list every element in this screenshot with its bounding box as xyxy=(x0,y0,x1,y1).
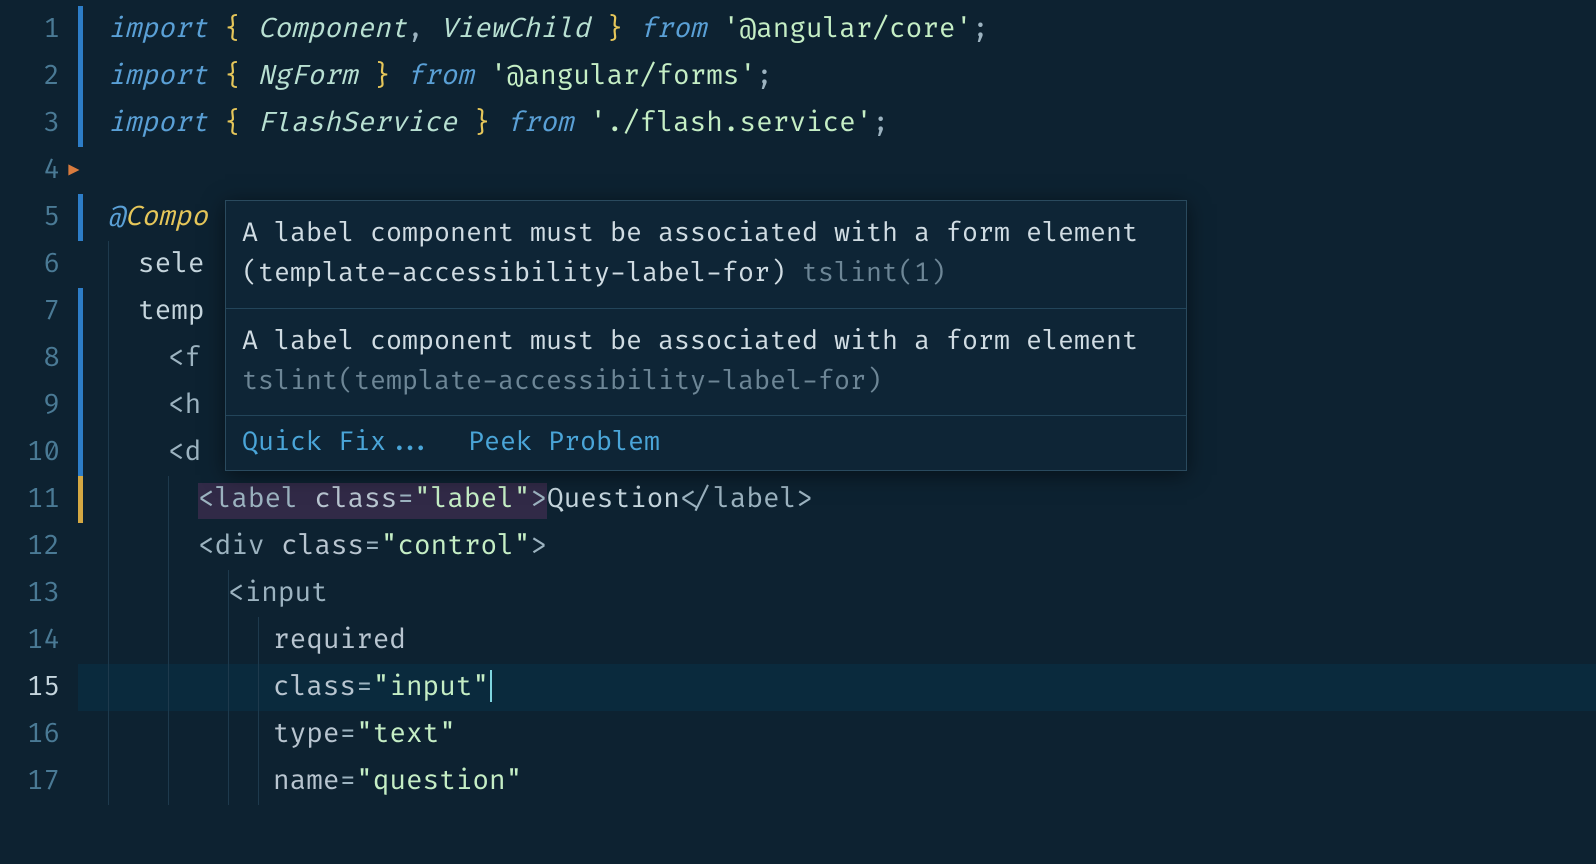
diagnostic-actions: Quick Fix... Peek Problem xyxy=(226,415,1186,470)
line-number: 8 xyxy=(0,335,78,382)
code-line[interactable]: import { Component, ViewChild } from '@a… xyxy=(78,6,1596,53)
code-line[interactable]: name="question" xyxy=(78,758,1596,805)
quick-fix-link[interactable]: Quick Fix... xyxy=(242,426,434,458)
line-number: 14 xyxy=(0,617,78,664)
line-number: 6 xyxy=(0,241,78,288)
line-number: 3 xyxy=(0,100,78,147)
line-number: 10 xyxy=(0,429,78,476)
code-line[interactable]: import { FlashService } from './flash.se… xyxy=(78,100,1596,147)
line-number: 15 xyxy=(0,664,78,711)
code-line[interactable]: type="text" xyxy=(78,711,1596,758)
code-editor[interactable]: 1 2 3 4▶ 5 6 7 8 9 10 11 12 13 14 15 16 … xyxy=(0,0,1596,864)
line-number: 2 xyxy=(0,53,78,100)
code-line[interactable]: required xyxy=(78,617,1596,664)
line-number: 11 xyxy=(0,476,78,523)
code-line[interactable] xyxy=(78,147,1596,194)
line-number-gutter: 1 2 3 4▶ 5 6 7 8 9 10 11 12 13 14 15 16 … xyxy=(0,0,78,864)
line-number: 16 xyxy=(0,711,78,758)
text-cursor xyxy=(490,670,492,702)
code-line[interactable]: <input xyxy=(78,570,1596,617)
diagnostic-message: A label component must be associated wit… xyxy=(226,308,1186,416)
line-number: 9 xyxy=(0,382,78,429)
code-line[interactable]: <div class="control"> xyxy=(78,523,1596,570)
diagnostic-hover-popup: A label component must be associated wit… xyxy=(225,200,1187,471)
code-line[interactable]: <label class="label">Question</label> xyxy=(78,476,1596,523)
line-number: 13 xyxy=(0,570,78,617)
peek-problem-link[interactable]: Peek Problem xyxy=(468,426,660,458)
line-number: 1 xyxy=(0,6,78,53)
code-line[interactable]: import { NgForm } from '@angular/forms'; xyxy=(78,53,1596,100)
line-number: 17 xyxy=(0,758,78,805)
line-number: 7 xyxy=(0,288,78,335)
diagnostic-message: A label component must be associated wit… xyxy=(226,201,1186,308)
line-number: 4▶ xyxy=(0,147,78,194)
line-number: 12 xyxy=(0,523,78,570)
code-line-current[interactable]: class="input" xyxy=(78,664,1596,711)
line-number: 5 xyxy=(0,194,78,241)
